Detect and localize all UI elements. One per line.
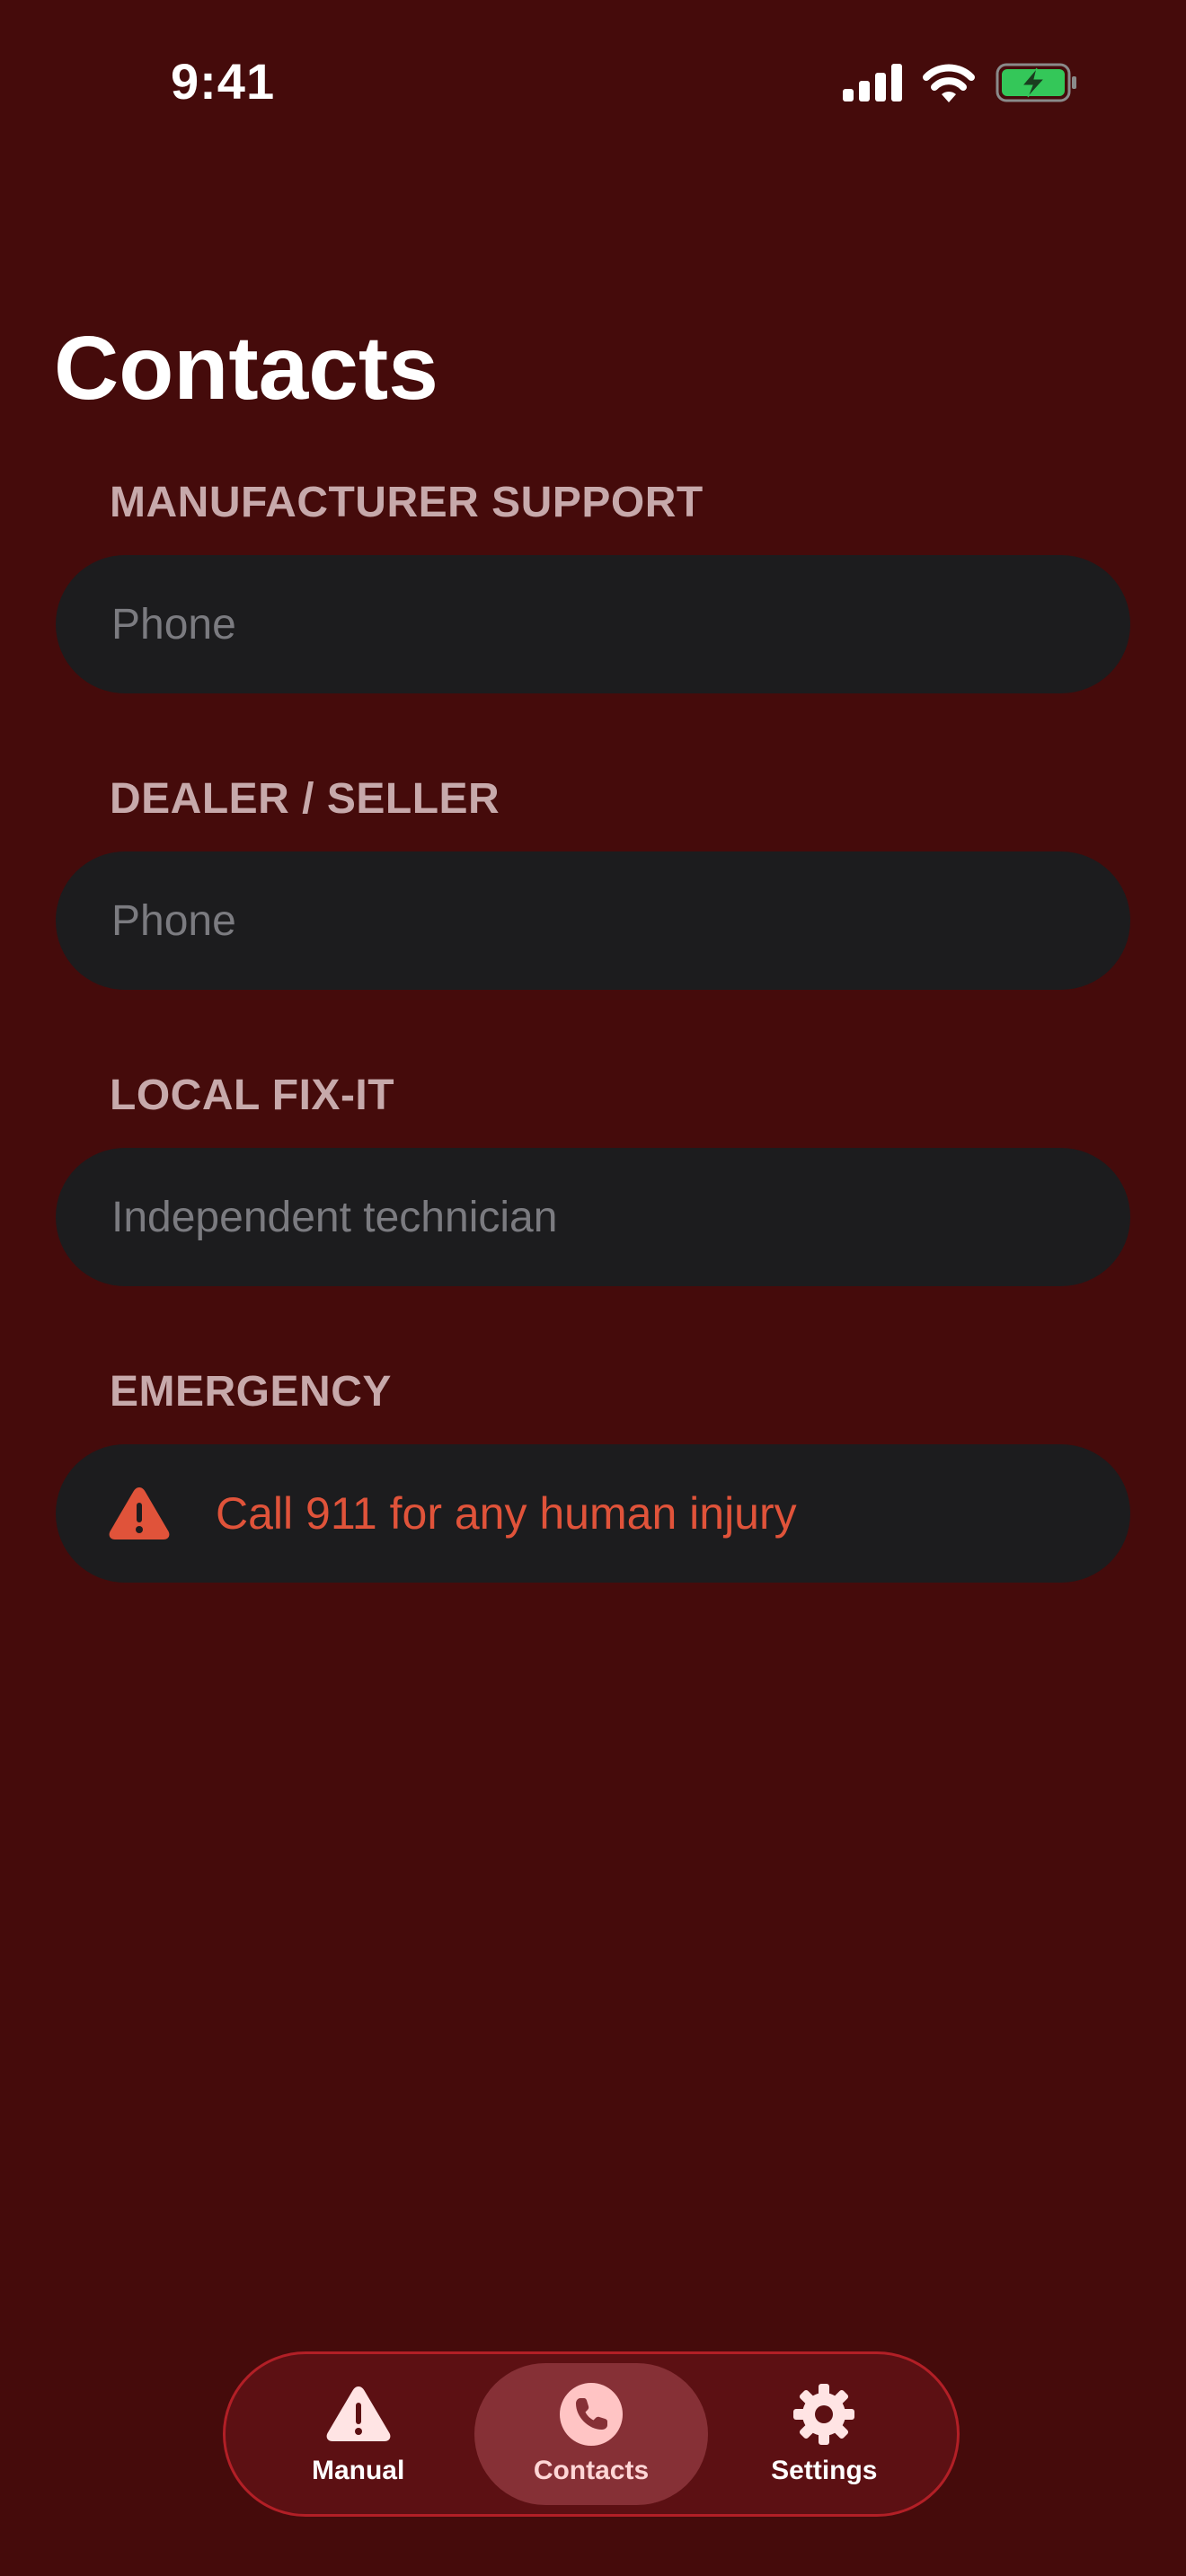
section-header-manufacturer-support: MANUFACTURER SUPPORT (110, 479, 704, 526)
dealer-phone-input[interactable] (110, 895, 1130, 947)
page-title: Contacts (54, 318, 438, 419)
wifi-icon (922, 63, 976, 102)
phone-icon (557, 2382, 625, 2447)
gear-icon (790, 2382, 858, 2447)
section-header-dealer-seller: DEALER / SELLER (110, 775, 500, 823)
section-header-local-fix-it: LOCAL FIX-IT (110, 1072, 395, 1119)
warning-triangle-icon (108, 1485, 171, 1542)
status-icons (843, 63, 1078, 102)
tab-settings[interactable]: Settings (708, 2363, 941, 2505)
section-manufacturer-support: MANUFACTURER SUPPORT (56, 476, 1130, 693)
section-header-emergency: EMERGENCY (110, 1368, 392, 1416)
tab-contacts-label: Contacts (533, 2456, 650, 2485)
manufacturer-phone-field-container[interactable] (56, 555, 1130, 693)
tab-settings-label: Settings (771, 2456, 878, 2485)
tab-contacts[interactable]: Contacts (474, 2363, 708, 2505)
status-bar: 9:41 (0, 0, 1186, 171)
dealer-phone-field-container[interactable] (56, 851, 1130, 990)
section-emergency: EMERGENCY Call 911 for any human injury (56, 1365, 1130, 1583)
tab-manual[interactable]: Manual (242, 2363, 474, 2505)
technician-field-container[interactable] (56, 1148, 1130, 1286)
section-dealer-seller: DEALER / SELLER (56, 772, 1130, 990)
technician-input[interactable] (110, 1191, 1130, 1243)
battery-charging-icon (996, 63, 1078, 102)
emergency-text: Call 911 for any human injury (216, 1488, 797, 1539)
manufacturer-phone-input[interactable] (110, 598, 1130, 650)
tab-bar: Manual Contacts Settings (223, 2351, 960, 2517)
section-local-fix-it: LOCAL FIX-IT (56, 1069, 1130, 1286)
tab-manual-label: Manual (311, 2456, 405, 2485)
status-time: 9:41 (171, 53, 276, 110)
warning-triangle-icon (324, 2382, 393, 2447)
emergency-call-row[interactable]: Call 911 for any human injury (56, 1444, 1130, 1583)
cellular-signal-icon (843, 64, 902, 101)
